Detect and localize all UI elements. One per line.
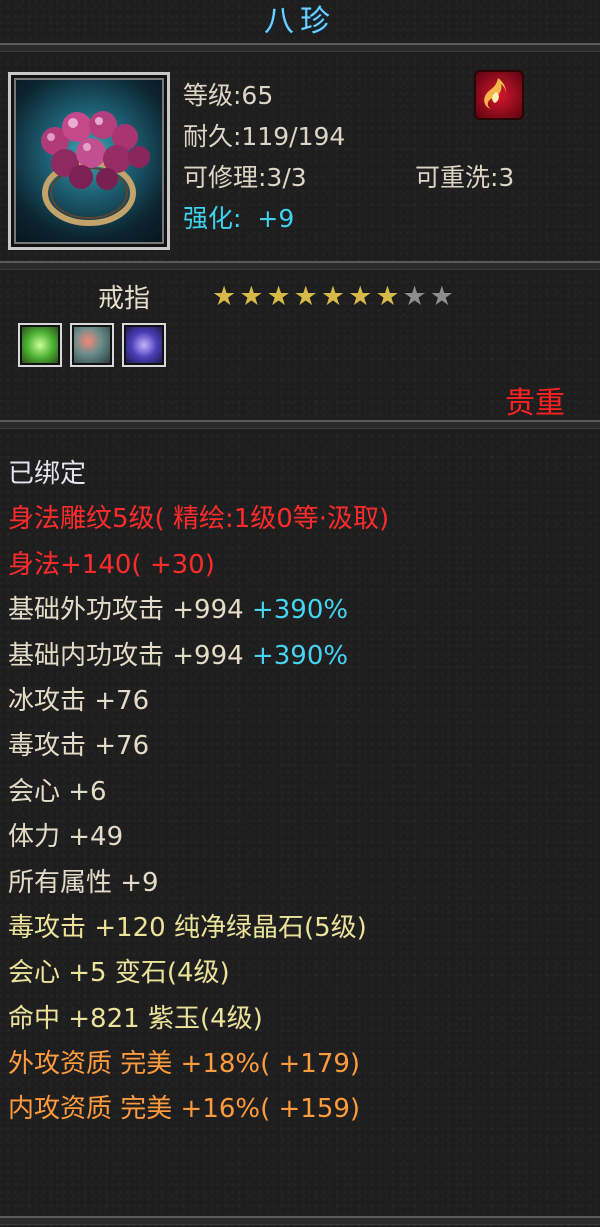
star-filled-icon: ★ [239, 281, 264, 312]
poison-attack-stat: 毒攻击 +76 [8, 731, 150, 762]
gem-name: 变石(4级) [114, 958, 230, 989]
crit-stat: 会心 +6 [8, 776, 107, 807]
item-repairable: 可修理:3/3 [183, 163, 307, 192]
stat-list: 已绑定 身法雕纹5级( 精绘:1级0等·汲取) 身法+140( +30) 基础外… [8, 452, 598, 1133]
bound-status: 已绑定 [8, 459, 87, 489]
item-level: 等级:65 [183, 81, 274, 110]
item-name: 八珍 [264, 4, 336, 39]
gem-name: 紫玉(4级) [147, 1003, 263, 1034]
star-filled-icon: ★ [266, 281, 291, 312]
flame-badge-icon [474, 70, 524, 120]
star-filled-icon: ★ [212, 281, 237, 312]
gem-stat-3: 命中 +821 紫玉(4级) [8, 997, 598, 1042]
green-gem-icon [18, 323, 62, 367]
item-tooltip: 八珍 等级:65 耐久:119/194 可修理:3/3 可重洗:3 强化: +9… [0, 0, 600, 1227]
gem-stat-value: 会心 +5 [8, 958, 107, 989]
gem-name: 纯净绿晶石(5级) [173, 912, 367, 943]
ring-icon-art [41, 111, 150, 226]
gem-stat-value: 毒攻击 +120 [8, 912, 166, 943]
stamina-stat: 体力 +49 [8, 822, 124, 853]
item-rewash: 可重洗:3 [415, 163, 515, 192]
external-quality-stat: 外攻资质 完美 +18%( +179) [8, 1049, 361, 1080]
star-empty-icon: ★ [402, 281, 427, 312]
purple-gem-icon [122, 323, 166, 367]
ice-attack-stat: 冰攻击 +76 [8, 685, 150, 716]
internal-attack-stat: 基础内功攻击 +994 +390% [8, 634, 598, 679]
enhance-label: 强化: [183, 204, 250, 233]
item-durability: 耐久:119/194 [183, 122, 346, 151]
agility-stat: 身法+140( +30) [8, 549, 215, 580]
engrave-stat: 身法雕纹5级( 精绘:1级0等·汲取) [8, 504, 390, 535]
star-empty-icon: ★ [429, 281, 454, 312]
stat-percent: +390% [251, 595, 349, 626]
stat-text: 基础内功攻击 +994 [8, 640, 244, 671]
divider [0, 43, 600, 52]
external-attack-stat: 基础外功攻击 +994 +390% [8, 588, 598, 633]
stat-percent: +390% [251, 640, 349, 671]
rarity-label: 贵重 [505, 386, 565, 421]
divider [0, 420, 600, 429]
star-filled-icon: ★ [320, 281, 346, 312]
red-gem-icon [70, 323, 114, 367]
gem-stat-1: 毒攻击 +120 纯净绿晶石(5级) [8, 906, 598, 951]
gem-stat-value: 命中 +821 [8, 1003, 140, 1034]
all-attributes-stat: 所有属性 +9 [8, 867, 159, 898]
star-filled-icon: ★ [375, 281, 400, 312]
star-filled-icon: ★ [293, 281, 318, 312]
stat-text: 基础外功攻击 +994 [8, 595, 244, 626]
enhance-value: +9 [257, 204, 295, 233]
internal-quality-stat: 内攻资质 完美 +16%( +159) [8, 1094, 361, 1125]
ring-icon [8, 72, 170, 250]
star-filled-icon: ★ [348, 281, 373, 312]
star-rating: ★ ★ ★ ★ ★ ★ ★ ★ ★ [212, 283, 457, 310]
gem-stat-2: 会心 +5 变石(4级) [8, 951, 598, 996]
divider [0, 1216, 600, 1225]
item-enhance: 强化: +9 [183, 199, 294, 239]
divider [0, 261, 600, 270]
item-type: 戒指 [98, 284, 151, 314]
flame-icon [484, 78, 506, 109]
